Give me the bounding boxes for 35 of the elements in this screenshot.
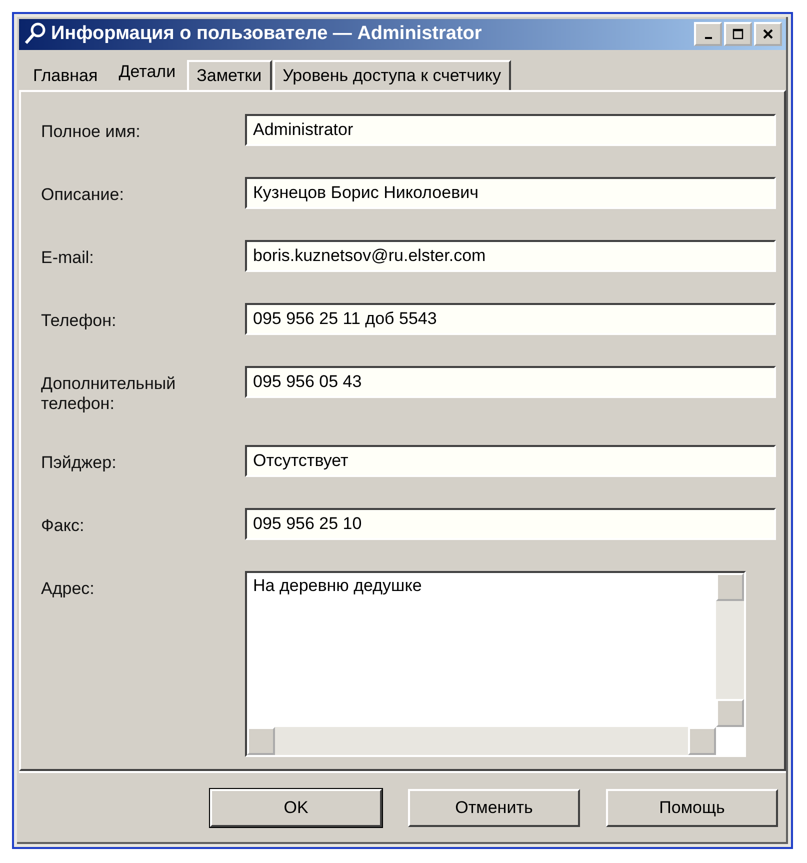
tab[interactable]: Заметки	[186, 60, 272, 90]
close-button[interactable]	[754, 22, 782, 46]
window-title: Информация о пользователе — Administrator	[51, 23, 483, 46]
text-field[interactable]: boris.kuznetsov@ru.elster.com	[245, 240, 776, 272]
dialog-button[interactable]: Помощь	[606, 788, 778, 827]
dialog-button[interactable]: Отменить	[408, 788, 580, 827]
scroll-up-button[interactable]	[716, 573, 744, 602]
text-field[interactable]: Отсутствует	[245, 445, 776, 478]
field-label: Полное имя:	[41, 121, 142, 142]
field-label: Адрес:	[41, 578, 96, 600]
field-label: Дополнительный телефон:	[41, 373, 177, 414]
scroll-right-button[interactable]	[688, 727, 716, 756]
field-label: Описание:	[41, 184, 125, 206]
dialog-button[interactable]: OK	[210, 788, 382, 827]
tab[interactable]: Детали	[108, 56, 186, 90]
text-field[interactable]: 095 956 25 11 доб 5543	[245, 303, 776, 336]
field-label: Пэйджер:	[41, 452, 118, 474]
address-text: На деревню дедушке	[252, 575, 423, 598]
scroll-left-button[interactable]	[247, 727, 275, 756]
minimize-button[interactable]	[694, 22, 722, 46]
tab[interactable]: Уровень доступа к счетчику	[272, 60, 512, 90]
minimize-icon	[704, 37, 712, 40]
address-field[interactable]: На деревню дедушке	[245, 571, 746, 758]
tab[interactable]: Главная	[23, 60, 108, 90]
text-field[interactable]: Кузнецов Борис Николоевич	[245, 177, 776, 210]
scroll-down-button[interactable]	[716, 699, 744, 728]
text-field[interactable]: 095 956 25 10	[245, 508, 776, 540]
maximize-icon	[732, 28, 744, 40]
maximize-button[interactable]	[724, 22, 752, 46]
text-field[interactable]: 095 956 05 43	[245, 366, 776, 398]
text-field[interactable]: Administrator	[245, 114, 776, 146]
field-label: Телефон:	[41, 310, 118, 332]
field-label: Факс:	[41, 515, 86, 536]
field-label: E-mail:	[41, 247, 95, 268]
close-icon	[762, 28, 774, 40]
